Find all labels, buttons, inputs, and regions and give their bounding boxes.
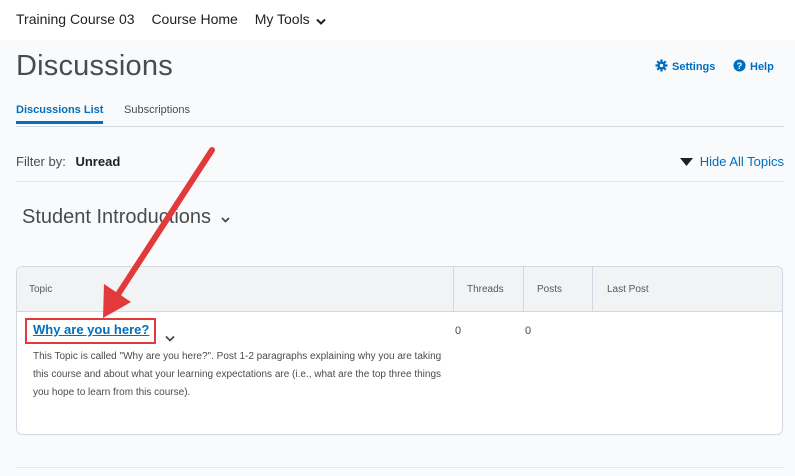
tab-discussions-list[interactable]: Discussions List [16, 104, 104, 124]
tab-subscriptions[interactable]: Subscriptions [124, 104, 190, 116]
svg-text:?: ? [737, 61, 743, 71]
main-content: Discussions Settings ? Help Discussions … [0, 40, 795, 476]
topic-description: This Topic is called "Why are you here?"… [33, 351, 442, 398]
settings-label: Settings [672, 61, 716, 73]
filter-bar: Filter by: Unread Hide All Topics [16, 154, 784, 182]
nav-course-name[interactable]: Training Course 03 [16, 11, 135, 27]
help-label: Help [750, 61, 774, 73]
nav-my-tools-label: My Tools [254, 11, 310, 27]
chevron-down-icon [315, 12, 326, 28]
column-header-posts: Posts [537, 284, 563, 295]
posts-count: 0 [525, 325, 532, 337]
nav-course-home[interactable]: Course Home [151, 11, 237, 27]
topic-link-highlight[interactable]: Why are you here? [25, 318, 156, 344]
table-header: Topic Threads Posts Last Post [17, 267, 782, 312]
help-button[interactable]: ? Help [733, 59, 774, 75]
category-header: Student Introductions [22, 206, 230, 229]
column-header-topic: Topic [29, 284, 53, 295]
category-chevron-down-icon[interactable] [221, 206, 230, 229]
category-title: Student Introductions [22, 206, 212, 228]
column-divider [592, 267, 593, 311]
topics-table: Topic Threads Posts Last Post Why are yo… [16, 266, 783, 435]
threads-count: 0 [455, 325, 462, 337]
settings-button[interactable]: Settings [655, 59, 715, 75]
column-divider [453, 267, 454, 311]
topic-chevron-down-icon[interactable] [165, 329, 175, 347]
filter-value[interactable]: Unread [75, 154, 120, 169]
page-title: Discussions [16, 50, 173, 82]
column-header-last-post: Last Post [607, 284, 649, 295]
help-circle-icon: ? [733, 59, 746, 75]
hide-all-topics-label: Hide All Topics [699, 154, 784, 169]
tab-bar: Discussions List Subscriptions [16, 102, 784, 127]
topic-title-link[interactable]: Why are you here? [33, 322, 149, 337]
triangle-down-icon [679, 154, 693, 169]
filter-label: Filter by: [16, 154, 66, 169]
nav-my-tools[interactable]: My Tools [255, 11, 326, 28]
hide-all-topics-button[interactable]: Hide All Topics [679, 154, 784, 169]
column-divider [523, 267, 524, 311]
top-navbar: Training Course 03 Course Home My Tools [0, 0, 795, 40]
gear-icon [655, 59, 668, 75]
divider [16, 467, 784, 468]
column-header-threads: Threads [467, 284, 504, 295]
